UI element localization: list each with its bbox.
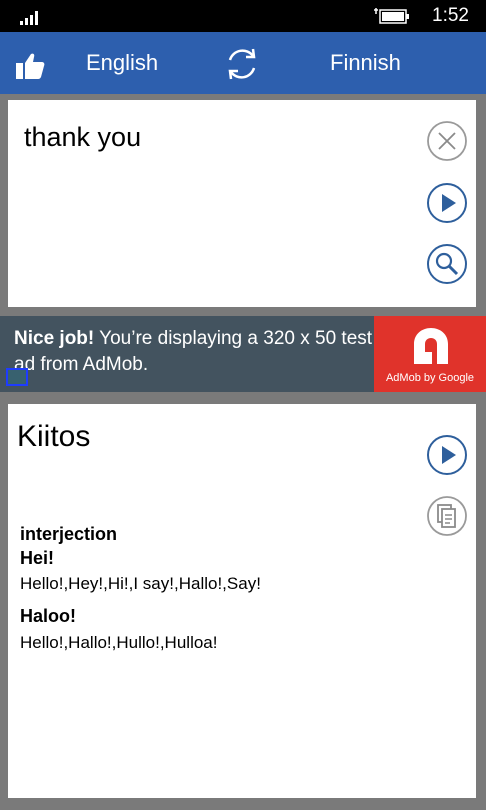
admob-label: AdMob by Google xyxy=(385,372,475,384)
signal-icon xyxy=(20,11,38,25)
input-panel: thank you xyxy=(8,100,476,307)
swap-icon[interactable] xyxy=(222,44,262,84)
entry-synonyms: Hello!,Hallo!,Hullo!,Hulloa! xyxy=(20,633,218,652)
entry-synonyms: Hello!,Hey!,Hi!,I say!,Hallo!,Say! xyxy=(20,574,261,593)
translated-word: Kiitos xyxy=(17,420,91,453)
play-icon[interactable] xyxy=(426,434,468,476)
entry-word: Haloo! xyxy=(20,606,76,626)
clock: 1:52 xyxy=(432,5,469,26)
output-panel: Kiitos interjection Hei! Hello!,Hey!,Hi!… xyxy=(8,404,476,798)
target-language[interactable]: Finnish xyxy=(330,50,401,76)
play-icon[interactable] xyxy=(426,182,468,224)
ad-text-bold: Nice job! xyxy=(14,328,95,349)
search-icon[interactable] xyxy=(426,243,468,285)
admob-logo[interactable]: AdMob by Google xyxy=(374,316,486,392)
source-language[interactable]: English xyxy=(86,50,158,76)
part-of-speech: interjection xyxy=(20,524,118,544)
clear-icon[interactable] xyxy=(426,120,468,162)
admob-mark-icon xyxy=(414,328,448,364)
battery-icon xyxy=(374,8,409,24)
copy-icon[interactable] xyxy=(426,495,468,537)
info-icon[interactable] xyxy=(6,368,28,386)
entry-word: Hei! xyxy=(20,548,55,568)
input-text[interactable]: thank you xyxy=(24,122,141,153)
status-bar: 1:52 xyxy=(0,0,486,32)
thumbs-up-icon[interactable] xyxy=(14,50,46,82)
ad-text: Nice job! You’re displaying a 320 x 50 t… xyxy=(14,326,374,378)
